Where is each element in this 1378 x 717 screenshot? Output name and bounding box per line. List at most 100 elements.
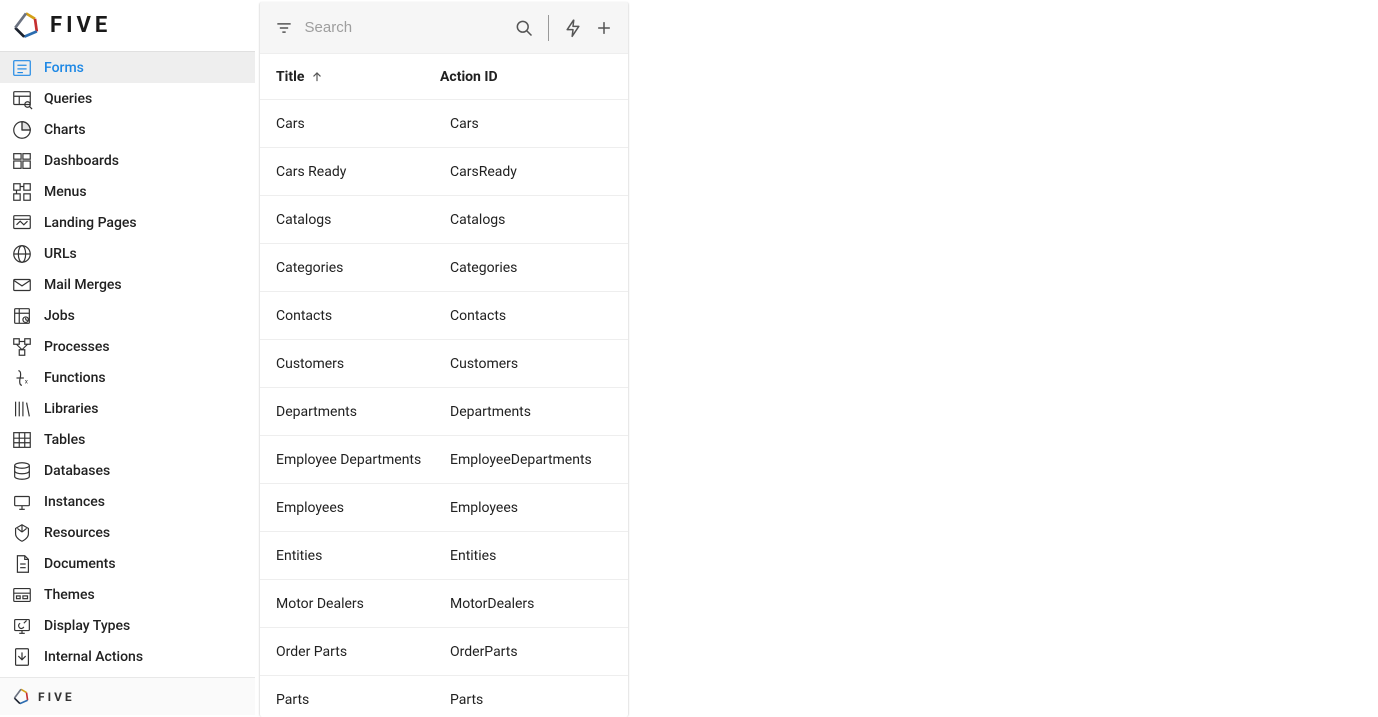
sidebar-item-label: Instances <box>44 494 105 510</box>
brand-logo[interactable]: FIVE <box>8 8 111 44</box>
sidebar-item-documents[interactable]: Documents <box>0 548 255 579</box>
sidebar-item-charts[interactable]: Charts <box>0 114 255 145</box>
cell-title: Contacts <box>276 308 450 324</box>
bolt-icon[interactable] <box>563 16 584 40</box>
table-row[interactable]: DepartmentsDepartments <box>260 388 628 436</box>
cell-action-id: CarsReady <box>450 164 612 180</box>
filter-icon[interactable] <box>274 16 295 40</box>
cell-action-id: OrderParts <box>450 644 612 660</box>
table-row[interactable]: CatalogsCatalogs <box>260 196 628 244</box>
cell-action-id: Parts <box>450 692 612 708</box>
sidebar-item-themes[interactable]: Themes <box>0 579 255 610</box>
sidebar-item-functions[interactable]: xFunctions <box>0 362 255 393</box>
cell-action-id: Cars <box>450 116 612 132</box>
sidebar: FIVE Forms Queries Charts Dashboards Menus La… <box>0 0 255 715</box>
sidebar-item-label: Resources <box>44 525 110 541</box>
table-row[interactable]: PartsParts <box>260 676 628 717</box>
sidebar-item-label: Themes <box>44 587 95 603</box>
table-row[interactable]: ContactsContacts <box>260 292 628 340</box>
sidebar-item-label: Dashboards <box>44 153 119 169</box>
document-icon <box>8 552 36 576</box>
sidebar-item-label: Databases <box>44 463 110 479</box>
sidebar-item-instances[interactable]: Instances <box>0 486 255 517</box>
sidebar-item-internal-actions[interactable]: Internal Actions <box>0 641 255 672</box>
table-row[interactable]: Motor DealersMotorDealers <box>260 580 628 628</box>
sidebar-item-label: Documents <box>44 556 116 572</box>
table-row[interactable]: Employee DepartmentsEmployeeDepartments <box>260 436 628 484</box>
form-icon <box>8 56 36 80</box>
add-icon[interactable] <box>593 16 614 40</box>
globe-icon <box>8 242 36 266</box>
sort-asc-icon <box>310 70 324 84</box>
toolbar-divider <box>548 15 549 41</box>
cell-action-id: Contacts <box>450 308 612 324</box>
sidebar-item-mail-merges[interactable]: Mail Merges <box>0 269 255 300</box>
instance-icon <box>8 490 36 514</box>
landing-icon <box>8 211 36 235</box>
cell-title: Entities <box>276 548 450 564</box>
cell-title: Catalogs <box>276 212 450 228</box>
cell-action-id: Employees <box>450 500 612 516</box>
cell-action-id: EmployeeDepartments <box>450 452 612 468</box>
cell-action-id: MotorDealers <box>450 596 612 612</box>
sidebar-item-libraries[interactable]: Libraries <box>0 393 255 424</box>
cell-title: Parts <box>276 692 450 708</box>
table-row[interactable]: CustomersCustomers <box>260 340 628 388</box>
list-panel: Title Action ID CarsCarsCars ReadyCarsRe… <box>259 2 629 717</box>
sidebar-item-label: Menus <box>44 184 87 200</box>
sidebar-item-forms[interactable]: Forms <box>0 52 255 83</box>
sidebar-item-menus[interactable]: Menus <box>0 176 255 207</box>
sidebar-item-label: Internal Actions <box>44 649 143 665</box>
list-toolbar <box>260 2 628 54</box>
search-icon[interactable] <box>514 16 535 40</box>
table-row[interactable]: Order PartsOrderParts <box>260 628 628 676</box>
sidebar-item-label: Landing Pages <box>44 215 137 231</box>
sidebar-item-databases[interactable]: Databases <box>0 455 255 486</box>
table-row[interactable]: EntitiesEntities <box>260 532 628 580</box>
chart-icon <box>8 118 36 142</box>
theme-icon <box>8 583 36 607</box>
sidebar-item-urls[interactable]: URLs <box>0 238 255 269</box>
sidebar-item-dashboards[interactable]: Dashboards <box>0 145 255 176</box>
cell-action-id: Customers <box>450 356 612 372</box>
process-icon <box>8 335 36 359</box>
column-header-action-id[interactable]: Action ID <box>440 69 612 85</box>
sidebar-item-queries[interactable]: Queries <box>0 83 255 114</box>
sidebar-item-resources[interactable]: Resources <box>0 517 255 548</box>
cell-title: Order Parts <box>276 644 450 660</box>
query-icon <box>8 87 36 111</box>
cell-action-id: Departments <box>450 404 612 420</box>
cell-title: Employees <box>276 500 450 516</box>
table-row[interactable]: EmployeesEmployees <box>260 484 628 532</box>
sidebar-item-label: Jobs <box>44 308 75 324</box>
sidebar-item-label: Charts <box>44 122 86 138</box>
sidebar-item-label: Forms <box>44 60 84 76</box>
cell-title: Departments <box>276 404 450 420</box>
cell-title: Cars Ready <box>276 164 450 180</box>
sidebar-item-tables[interactable]: Tables <box>0 424 255 455</box>
sidebar-item-landing-pages[interactable]: Landing Pages <box>0 207 255 238</box>
search-input[interactable] <box>305 19 504 36</box>
dashboard-icon <box>8 149 36 173</box>
menu-icon <box>8 180 36 204</box>
table-row[interactable]: CarsCars <box>260 100 628 148</box>
column-header-title[interactable]: Title <box>276 69 434 85</box>
brand-text: FIVE <box>50 13 111 38</box>
sidebar-item-jobs[interactable]: Jobs <box>0 300 255 331</box>
column-header-title-label: Title <box>276 69 304 85</box>
table-row[interactable]: Cars ReadyCarsReady <box>260 148 628 196</box>
sidebar-footer[interactable]: FIVE <box>0 677 255 715</box>
table-row[interactable]: CategoriesCategories <box>260 244 628 292</box>
library-icon <box>8 397 36 421</box>
table-icon <box>8 428 36 452</box>
sidebar-item-processes[interactable]: Processes <box>0 331 255 362</box>
brand-mark-icon <box>8 8 44 44</box>
sidebar-item-display-types[interactable]: Display Types <box>0 610 255 641</box>
internal-icon <box>8 645 36 669</box>
sidebar-item-label: Mail Merges <box>44 277 122 293</box>
cell-title: Employee Departments <box>276 452 450 468</box>
function-icon: x <box>8 366 36 390</box>
sidebar-footer-text: FIVE <box>38 690 75 704</box>
jobs-icon <box>8 304 36 328</box>
sidebar-item-label: Libraries <box>44 401 98 417</box>
